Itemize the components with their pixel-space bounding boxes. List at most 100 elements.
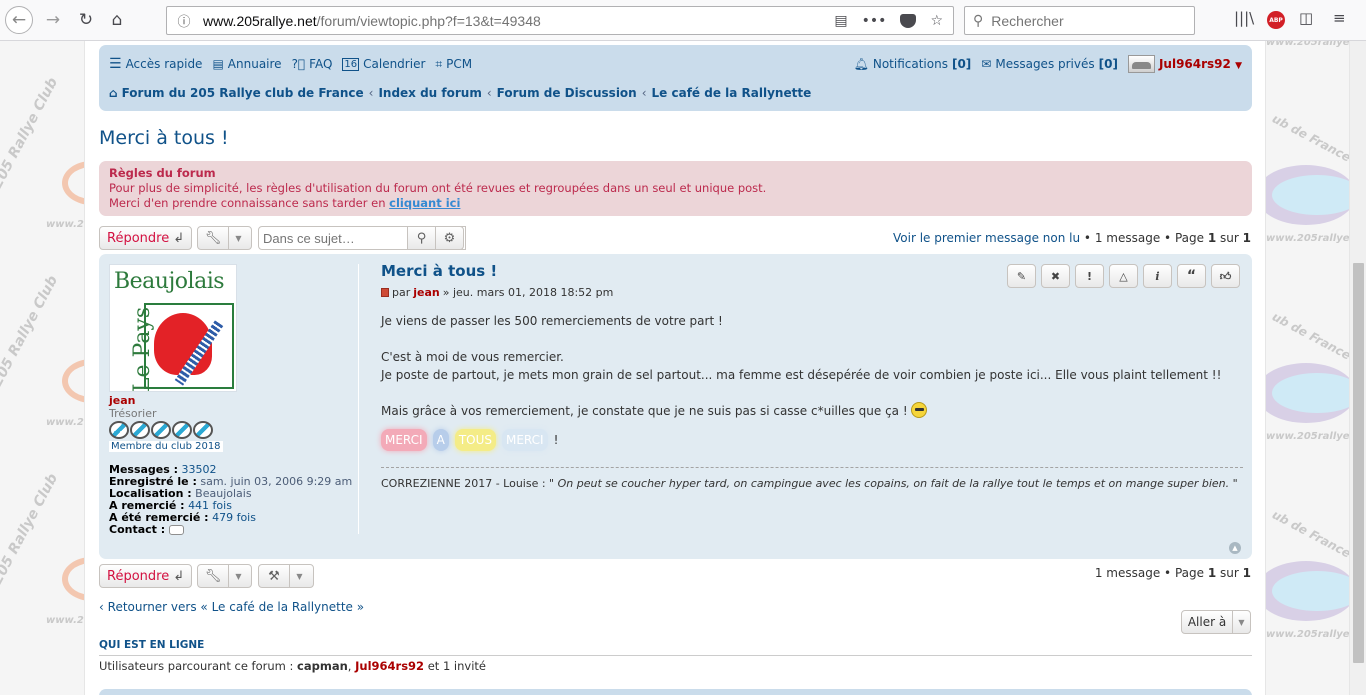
reply-button-bottom[interactable]: Répondre ↲ <box>99 564 193 588</box>
url-bar[interactable]: ⓘ www.205rallye.net/forum/viewtopic.php?… <box>166 6 954 35</box>
post-actions: ✎ ✖ ! △ i “ 👍︎ <box>1007 264 1240 288</box>
user-avatar[interactable] <box>1127 55 1155 73</box>
thanks-button[interactable]: 👍︎ <box>1211 264 1240 288</box>
chevron-left-icon: ‹ <box>368 86 374 100</box>
bg-club-text: ub de France <box>1269 111 1349 165</box>
pocket-icon[interactable] <box>900 13 917 28</box>
sidebar-icon[interactable]: ◫ <box>1299 9 1313 27</box>
contact-icon[interactable] <box>168 525 184 535</box>
background-right: www.205rallye.net ub de France www.205ra… <box>1266 41 1349 695</box>
faq-link[interactable]: ?⃝ FAQ <box>292 57 333 71</box>
quick-access-link[interactable]: ☰ Accès rapide <box>109 56 202 72</box>
pcm-link[interactable]: ⌗ PCM <box>435 57 472 72</box>
rank-badge-icon <box>172 421 192 439</box>
thumbs-up-icon: 👍︎ <box>1219 269 1232 283</box>
directory-link[interactable]: ▤ Annuaire <box>212 57 281 71</box>
who-is-online-text: Utilisateurs parcourant ce forum : capma… <box>99 659 486 673</box>
scrollbar-thumb[interactable] <box>1353 263 1364 663</box>
page-scrollbar[interactable] <box>1349 41 1366 695</box>
post-signature: CORREZIENNE 2017 - Louise : " On peut se… <box>381 467 1243 491</box>
home-icon[interactable]: ⌂ <box>103 6 131 34</box>
wrench-icon: 🔧︎ <box>204 568 222 584</box>
breadcrumb-link[interactable]: Forum de Discussion <box>497 86 637 100</box>
post-profile: Beaujolais Le Pays jean Trésorier Membre… <box>109 264 359 536</box>
footer-navbar <box>99 689 1252 695</box>
breadcrumb-link[interactable]: Index du forum <box>378 86 481 100</box>
caret-down-icon: ▼ <box>228 565 248 587</box>
back-to-top-icon[interactable]: ▲ <box>1229 542 1241 554</box>
page-viewport: www.205rallye.net 205 Rallye Club www.20… <box>0 41 1349 695</box>
delete-button[interactable]: ✖ <box>1041 264 1070 288</box>
cool-smiley-icon <box>911 402 928 418</box>
adblock-icon[interactable]: ABP <box>1267 11 1285 29</box>
return-to-forum-link[interactable]: ‹ Retourner vers « Le café de la Rallyne… <box>99 600 364 614</box>
forward-icon[interactable]: → <box>39 6 67 34</box>
bg-swoosh-shape <box>62 557 84 601</box>
url-text[interactable]: www.205rallye.net/forum/viewtopic.php?f=… <box>203 13 834 29</box>
browser-search-input[interactable] <box>989 11 1180 30</box>
envelope-icon: ✉ <box>981 57 992 71</box>
rules-title: Règles du forum <box>109 166 216 180</box>
first-unread-link[interactable]: Voir le premier message non lu <box>893 231 1080 245</box>
profile-divider <box>358 264 359 534</box>
bg-club-text: ub de France <box>1269 507 1349 561</box>
profile-username[interactable]: jean <box>109 394 359 407</box>
calendar-icon: 16 <box>342 57 360 71</box>
bookmark-star-icon[interactable]: ☆ <box>930 13 943 29</box>
online-user[interactable]: capman <box>297 659 348 673</box>
warn-button[interactable]: △ <box>1109 264 1138 288</box>
notifications-link[interactable]: 🔔︎ Notifications [0] <box>854 57 972 71</box>
browser-search[interactable]: ⚲ <box>964 6 1195 35</box>
report-button[interactable]: ! <box>1075 264 1104 288</box>
forum-navbar: ☰ Accès rapide ▤ Annuaire ?⃝ FAQ 16 Calendri… <box>99 45 1252 111</box>
info-icon[interactable]: ⓘ <box>171 11 197 30</box>
warning-icon: △ <box>1119 269 1128 283</box>
post-author[interactable]: jean <box>413 286 440 299</box>
page-actions-icon[interactable]: ••• <box>862 13 887 29</box>
reader-view-icon[interactable]: ▤ <box>834 13 847 29</box>
info-button[interactable]: i <box>1143 264 1172 288</box>
private-messages-link[interactable]: ✉ Messages privés [0] <box>981 57 1118 71</box>
reply-arrow-icon: ↲ <box>173 230 185 246</box>
library-icon[interactable]: |||\ <box>1234 9 1254 27</box>
forum-rules: Règles du forum Pour plus de simplicité,… <box>99 161 1252 216</box>
breadcrumb-link[interactable]: Le café de la Rallynette <box>652 86 812 100</box>
rank-badge-icon <box>193 421 213 439</box>
edit-button[interactable]: ✎ <box>1007 264 1036 288</box>
hamburger-icon: ☰ <box>109 56 122 72</box>
search-button[interactable]: ⚲ <box>407 226 436 250</box>
post-date: » jeu. mars 01, 2018 18:52 pm <box>442 286 614 299</box>
reply-button[interactable]: Répondre ↲ <box>99 226 193 250</box>
calendar-link[interactable]: 16 Calendrier <box>342 57 425 71</box>
address-book-icon: ▤ <box>212 57 224 71</box>
rank-badge-icon <box>130 421 150 439</box>
pagination-bottom: 1 message • Page 1 sur 1 <box>1094 566 1251 580</box>
back-icon[interactable]: ← <box>5 6 33 34</box>
bg-brand-text: 205 Rallye Club <box>0 75 62 191</box>
stat-link[interactable]: 479 fois <box>212 511 256 524</box>
moderation-tools-button[interactable]: ⚒ ▼ <box>258 564 314 588</box>
topic-tools-button-bottom[interactable]: 🔧︎ ▼ <box>197 564 252 588</box>
who-is-online-heading: QUI EST EN LIGNE <box>99 639 1252 656</box>
topic-tools-button[interactable]: 🔧︎ ▼ <box>197 226 252 250</box>
breadcrumb: ⌂ Forum du 205 Rallye club de France ‹ I… <box>109 86 811 100</box>
post-icon[interactable] <box>381 288 389 297</box>
profile-rank: Trésorier <box>109 407 157 420</box>
advanced-search-button[interactable]: ⚙ <box>435 226 464 250</box>
topic-title[interactable]: Merci à tous ! <box>99 127 229 149</box>
background-left: www.205rallye.net 205 Rallye Club www.20… <box>0 41 84 695</box>
rules-link[interactable]: cliquant ici <box>389 196 460 210</box>
jump-to-button[interactable]: Aller à ▼ <box>1181 610 1251 634</box>
breadcrumb-link[interactable]: Forum du 205 Rallye club de France <box>122 86 364 100</box>
profile-avatar[interactable]: Beaujolais Le Pays <box>109 264 237 392</box>
online-user[interactable]: Jul964rs92 <box>355 659 424 673</box>
tag-icon: ⌗ <box>435 56 443 71</box>
user-menu[interactable]: Jul964rs92 ▼ <box>1159 57 1242 71</box>
quote-button[interactable]: “ <box>1177 264 1206 288</box>
bg-brand-text: 205 Rallye Club <box>0 471 62 587</box>
rules-text: Merci d'en prendre connaissance sans tar… <box>109 196 390 210</box>
rank-caption: Membre du club 2018 <box>109 441 223 452</box>
reload-icon[interactable]: ↻ <box>72 6 100 34</box>
menu-icon[interactable]: ≡ <box>1333 9 1346 27</box>
forum-wrap: ☰ Accès rapide ▤ Annuaire ?⃝ FAQ 16 Calendri… <box>84 41 1266 695</box>
